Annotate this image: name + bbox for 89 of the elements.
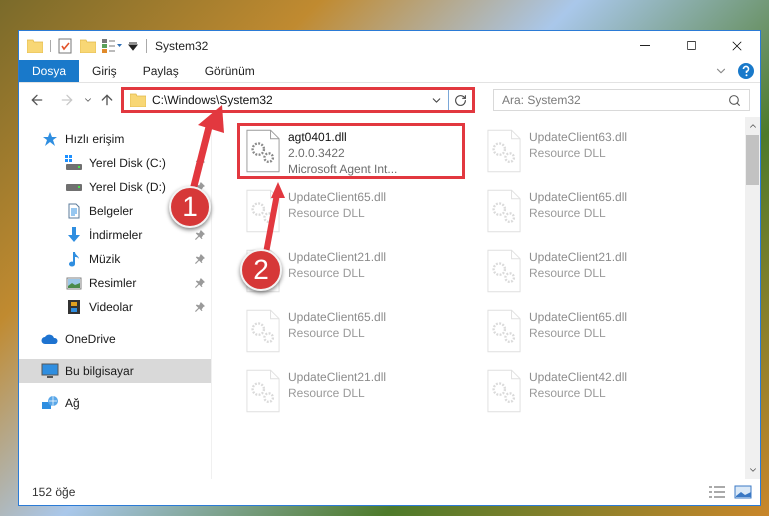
ribbon-tab[interactable]: Dosya — [19, 60, 80, 82]
file-name: UpdateClient42.dll — [529, 369, 628, 385]
sidebar-item[interactable]: Hızlı erişim — [19, 127, 124, 151]
network-icon — [41, 395, 59, 411]
list-view-icon[interactable] — [102, 38, 122, 52]
file-detail: Resource DLL — [288, 385, 366, 401]
folder-icon — [27, 38, 43, 52]
file-detail: Resource DLL — [288, 205, 366, 221]
refresh-icon[interactable] — [454, 94, 467, 106]
ribbon-tab[interactable]: Giriş — [79, 60, 130, 82]
drive-icon — [65, 184, 83, 190]
sidebar-item[interactable]: Belgeler — [19, 199, 134, 223]
file-detail: Resource DLL — [529, 145, 607, 161]
sidebar-label: Hızlı erişim — [65, 131, 124, 148]
window-title: System32 — [155, 38, 208, 54]
file-detail: Resource DLL — [288, 265, 366, 281]
tiles-view-icon[interactable] — [734, 485, 752, 499]
sidebar-item[interactable]: Bu bilgisayar — [19, 359, 211, 383]
sidebar-label: Videolar — [89, 299, 133, 316]
properties-icon[interactable] — [58, 38, 72, 54]
gear-file-icon — [487, 309, 521, 353]
file-tile[interactable]: agt0401.dll 2.0.0.3422 Microsoft Agent Int... — [237, 123, 465, 179]
address-field[interactable]: C:\Windows\System32 — [121, 87, 475, 113]
details-view-icon[interactable] — [708, 485, 726, 499]
file-name: agt0401.dll — [288, 129, 348, 145]
file-entry[interactable]: agt0401.dll 2.0.0.3422 Microsoft Agent Int... — [288, 129, 398, 177]
file-detail: Resource DLL — [529, 385, 607, 401]
sidebar-item[interactable]: Yerel Disk (C:) — [19, 151, 166, 175]
file-detail: 2.0.0.3422 — [288, 145, 346, 161]
drive-icon — [65, 155, 83, 171]
folder-icon — [130, 93, 146, 107]
file-name: UpdateClient65.dll — [288, 309, 386, 325]
file-name: UpdateClient65.dll — [529, 189, 628, 205]
help-icon[interactable] — [738, 63, 754, 79]
computer-icon — [41, 363, 59, 379]
file-name: UpdateClient63.dll — [529, 129, 628, 145]
sidebar-item[interactable]: Resimler — [19, 271, 136, 295]
file-name: UpdateClient65.dll — [288, 189, 386, 205]
item-count: 152 öğe — [32, 484, 76, 501]
sidebar-label: İndirmeler — [89, 227, 142, 244]
file-name: UpdateClient65.dll — [529, 309, 628, 325]
search-icon — [728, 94, 741, 106]
gear-file-icon — [246, 189, 280, 233]
search-field[interactable]: Ara: System32 — [493, 89, 750, 111]
sidebar-item[interactable]: Yerel Disk (D:) — [19, 175, 166, 199]
scroll-thumb[interactable] — [746, 135, 759, 185]
gear-file-icon — [487, 249, 521, 293]
up-icon[interactable] — [99, 92, 115, 108]
file-name: UpdateClient21.dll — [529, 249, 628, 265]
gear-file-icon — [487, 369, 521, 413]
minimize-icon — [640, 45, 650, 46]
sidebar-label: Resimler — [89, 275, 136, 292]
file-detail: Microsoft Agent Int... — [288, 161, 398, 177]
ribbon-tab[interactable]: Görünüm — [192, 60, 268, 82]
sidebar-item[interactable]: Ağ — [19, 391, 80, 415]
new-folder-icon — [80, 38, 96, 52]
sidebar-label: Yerel Disk (C:) — [89, 155, 166, 172]
ribbon-tab[interactable]: Paylaş — [130, 60, 192, 82]
file-detail: Resource DLL — [529, 325, 607, 341]
file-name: UpdateClient21.dll — [288, 249, 386, 265]
search-placeholder: Ara: System32 — [502, 92, 582, 109]
file-detail: Resource DLL — [288, 325, 366, 341]
star-icon — [41, 131, 59, 147]
film-icon — [65, 299, 83, 315]
customize-caret-icon[interactable] — [128, 40, 138, 50]
picture-icon — [65, 275, 83, 291]
gear-file-icon — [246, 309, 280, 353]
sidebar-label: Yerel Disk (D:) — [89, 179, 166, 196]
gear-file-icon — [246, 369, 280, 413]
sidebar-label: Belgeler — [89, 203, 134, 220]
sidebar-item[interactable]: Müzik — [19, 247, 120, 271]
sidebar-item[interactable]: İndirmeler — [19, 223, 142, 247]
gear-file-icon — [487, 129, 521, 173]
download-icon — [65, 227, 83, 243]
gear-file-icon — [487, 189, 521, 233]
file-detail: Resource DLL — [529, 265, 607, 281]
sidebar-label: Ağ — [65, 395, 80, 412]
file-name: UpdateClient21.dll — [288, 369, 386, 385]
sidebar-label: Müzik — [89, 251, 120, 268]
sidebar-label: Bu bilgisayar — [65, 363, 134, 380]
sidebar-item[interactable]: Videolar — [19, 295, 133, 319]
maximize-icon — [686, 40, 696, 51]
scrollbar[interactable] — [745, 117, 760, 479]
sidebar-label: OneDrive — [65, 331, 116, 348]
sidebar-item[interactable]: OneDrive — [19, 327, 116, 351]
gear-file-icon — [246, 129, 280, 173]
address-path: C:\Windows\System32 — [152, 92, 274, 109]
back-icon[interactable] — [29, 92, 45, 108]
file-detail: Resource DLL — [529, 205, 607, 221]
